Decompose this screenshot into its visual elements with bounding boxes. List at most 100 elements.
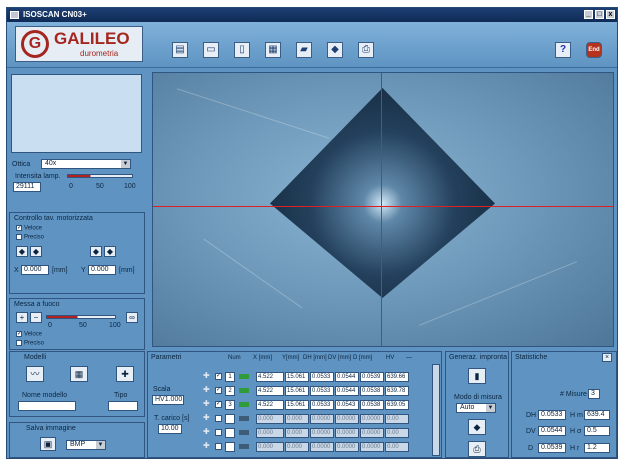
mode-value: Auto: [460, 404, 475, 411]
lamp-value-field[interactable]: 29111: [13, 182, 41, 192]
cell-y: 0.000: [285, 428, 309, 438]
minimize-button[interactable]: _: [584, 10, 593, 19]
col-x: X [mm]: [253, 355, 272, 361]
objective-select[interactable]: 40x ▼: [41, 159, 131, 169]
row-number: [225, 428, 235, 438]
table-scrollbar[interactable]: [432, 364, 440, 456]
x-left-button[interactable]: ◆: [16, 246, 28, 257]
vickers-indentation: [270, 88, 495, 298]
cell-dh: 0.0000: [310, 428, 334, 438]
motor-veloce-label: Veloce: [24, 225, 43, 232]
crosshair-icon[interactable]: ✚: [203, 413, 210, 422]
focus-minus-button[interactable]: −: [30, 312, 42, 323]
folder-icon[interactable]: ▰: [296, 42, 312, 58]
table-row[interactable]: ✚ ✓ 3 4.522 15.061 0.0533 0.0543 0.0538 639.05: [201, 398, 429, 412]
focus-plus-button[interactable]: +: [16, 312, 28, 323]
y-field[interactable]: 0.000: [88, 265, 116, 275]
crosshair-icon[interactable]: ✚: [203, 385, 210, 394]
end-button[interactable]: End: [586, 42, 602, 58]
table-row[interactable]: ✚ 0.000 0.000 0.0000 0.0000 0.0000 0.00: [201, 440, 429, 454]
image-format-select[interactable]: BMP ▼: [66, 440, 106, 450]
save-disk-icon[interactable]: ▣: [40, 437, 56, 451]
focus-preciso-label: Preciso: [24, 340, 45, 347]
hsigma-field: 0.5: [584, 426, 610, 436]
focus-preciso-checkbox[interactable]: Preciso: [16, 340, 44, 347]
close-icon[interactable]: ×: [602, 353, 612, 362]
cell-x: 4.522: [256, 372, 284, 382]
indenter-icon[interactable]: ◆: [327, 42, 343, 58]
cell-x: 0.000: [256, 442, 284, 452]
report-print-icon[interactable]: ⎙: [468, 441, 486, 457]
model-grid-icon[interactable]: ▦: [70, 366, 88, 382]
y-up-button[interactable]: ◆: [90, 246, 102, 257]
save-image-panel: Salva immagine ▣ BMP ▼: [9, 422, 145, 458]
motor-preciso-checkbox[interactable]: Preciso: [16, 234, 44, 241]
vertical-cursor-line[interactable]: [381, 73, 382, 346]
lamp-intensity-slider[interactable]: [67, 174, 133, 178]
model-wave-icon[interactable]: 〰: [26, 366, 44, 382]
focus-veloce-label: Veloce: [24, 331, 43, 338]
table-row[interactable]: ✚ 0.000 0.000 0.0000 0.0000 0.0000 0.00: [201, 412, 429, 426]
layout-icon[interactable]: ▭: [203, 42, 219, 58]
grid-icon[interactable]: ▦: [265, 42, 281, 58]
logo-mark: G: [21, 30, 49, 58]
row-checkbox[interactable]: ✓: [215, 401, 222, 408]
horizontal-cursor-line[interactable]: [153, 206, 613, 207]
model-add-icon[interactable]: ✚: [116, 366, 134, 382]
focus-tick-0: 0: [48, 322, 52, 329]
load-time-field[interactable]: 10.00: [158, 424, 182, 434]
motor-veloce-checkbox[interactable]: ✓ Veloce: [16, 225, 42, 232]
cell-dh: 0.0533: [310, 400, 334, 410]
crosshair-icon[interactable]: ✚: [203, 441, 210, 450]
scratch-line: [419, 261, 577, 326]
table-row[interactable]: ✚ ✓ 1 4.522 15.061 0.0533 0.0544 0.0539 639.66: [201, 370, 429, 384]
x-field[interactable]: 0.000: [21, 265, 49, 275]
model-name-field[interactable]: [18, 401, 76, 411]
col-d: D [mm]: [353, 355, 373, 361]
help-button[interactable]: ?: [555, 42, 571, 58]
cell-hv: 639.66: [385, 372, 409, 382]
cell-hv: 0.00: [385, 428, 409, 438]
x-right-button[interactable]: ◆: [30, 246, 42, 257]
cell-x: 4.522: [256, 400, 284, 410]
binoculars-icon[interactable]: ∞: [126, 312, 138, 323]
objective-value: 40x: [45, 160, 57, 167]
scale-field[interactable]: HV1.000: [152, 395, 184, 405]
y-down-button[interactable]: ◆: [104, 246, 116, 257]
close-button[interactable]: x: [606, 10, 615, 19]
focus-slider[interactable]: [46, 315, 116, 319]
indent-diamond-icon[interactable]: ◆: [468, 419, 486, 435]
load-time-label: T. carico [s]: [154, 415, 190, 422]
crosshair-icon[interactable]: ✚: [203, 399, 210, 408]
dv-field: 0.0544: [538, 426, 566, 436]
mode-select[interactable]: Auto ▼: [456, 403, 496, 413]
maximize-button[interactable]: □: [595, 10, 604, 19]
cell-d: 0.0000: [360, 414, 384, 424]
row-checkbox[interactable]: [215, 415, 222, 422]
row-checkbox[interactable]: [215, 429, 222, 436]
hr-label: H r: [570, 445, 580, 452]
impronta-panel: Generaz. impronta ▮ Modo di misura Auto …: [445, 351, 509, 458]
crosshair-icon[interactable]: ✚: [203, 427, 210, 436]
crosshair-icon[interactable]: ✚: [203, 371, 210, 380]
report-icon[interactable]: ▤: [172, 42, 188, 58]
cell-d: 0.0538: [360, 400, 384, 410]
printer-icon[interactable]: ⎙: [358, 42, 374, 58]
cell-dh: 0.0000: [310, 442, 334, 452]
row-color-swatch: [239, 416, 249, 421]
document-icon[interactable]: ▯: [234, 42, 250, 58]
hr-field: 1.2: [584, 443, 610, 453]
cell-dv: 0.0543: [335, 400, 359, 410]
row-color-swatch: [239, 388, 249, 393]
table-row[interactable]: ✚ 0.000 0.000 0.0000 0.0000 0.0000 0.00: [201, 426, 429, 440]
row-number: [225, 442, 235, 452]
impronta-tool-icon[interactable]: ▮: [468, 368, 486, 384]
model-type-field[interactable]: [108, 401, 138, 411]
focus-veloce-checkbox[interactable]: ✓ Veloce: [16, 331, 42, 338]
table-row[interactable]: ✚ ✓ 2 4.522 15.061 0.0533 0.0544 0.0538 639.78: [201, 384, 429, 398]
row-checkbox[interactable]: [215, 443, 222, 450]
indentation-image[interactable]: [152, 72, 614, 347]
row-checkbox[interactable]: ✓: [215, 373, 222, 380]
row-checkbox[interactable]: ✓: [215, 387, 222, 394]
x-label: X: [14, 267, 19, 274]
